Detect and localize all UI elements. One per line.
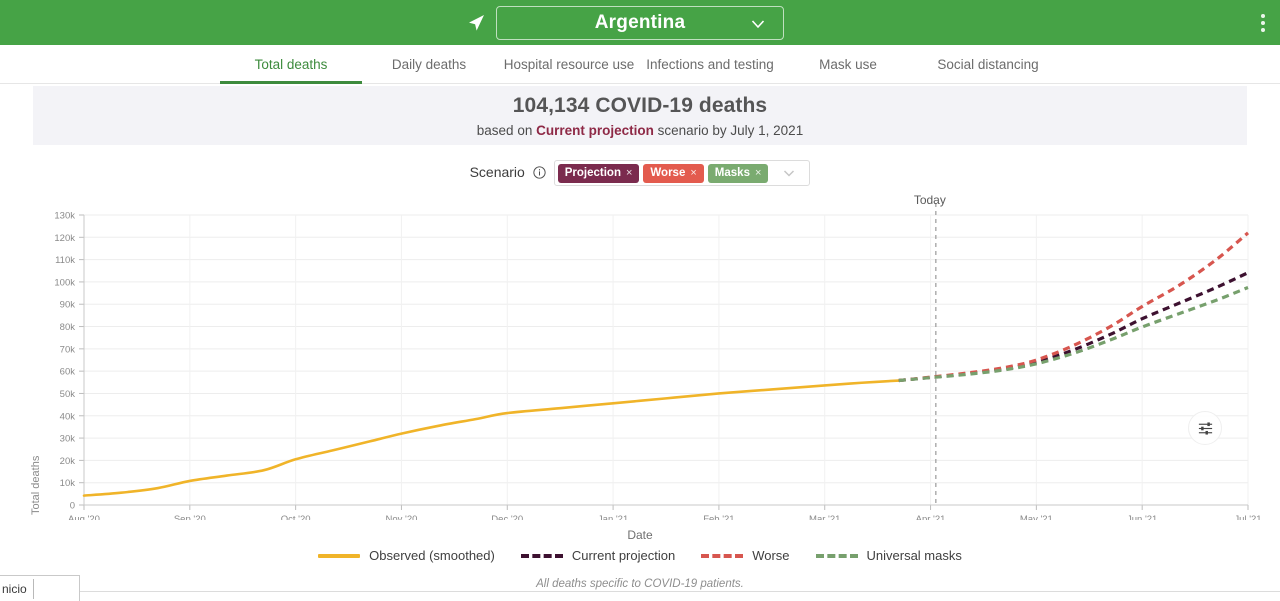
scenario-label: Scenario bbox=[470, 164, 546, 182]
taskbar-label: nicio bbox=[2, 581, 27, 596]
series-worse bbox=[898, 231, 1250, 383]
kebab-dot bbox=[1261, 28, 1265, 32]
y-tick-label: 60k bbox=[60, 367, 76, 378]
legend-item-universal-masks[interactable]: Universal masks bbox=[815, 548, 962, 563]
death-count-unit: COVID-19 deaths bbox=[595, 93, 768, 117]
chart-canvas: 0 10k 20k 30k 40k 50k 60k 70k 80k 90k 100k 110k 120k… bbox=[54, 203, 1262, 525]
scenario-chip-worse[interactable]: Worse × bbox=[643, 163, 704, 183]
legend-item-current-projection[interactable]: Current projection bbox=[520, 548, 676, 563]
legend-item-worse[interactable]: Worse bbox=[701, 548, 790, 563]
info-circle-icon[interactable] bbox=[533, 166, 546, 182]
summary-subtitle: based on Current projection scenario by … bbox=[477, 123, 803, 138]
x-tick-label: Jul '21 bbox=[1234, 514, 1261, 520]
scenario-selector-row: Scenario Projection × Worse × Masks × bbox=[0, 160, 1280, 186]
y-tick-label: 90k bbox=[60, 300, 76, 311]
kebab-menu-icon[interactable] bbox=[1254, 8, 1272, 38]
today-annotation-label: Today bbox=[913, 193, 946, 207]
chevron-down-icon bbox=[749, 15, 767, 38]
y-tick-label: 40k bbox=[60, 411, 76, 422]
legend-swatch bbox=[701, 553, 744, 558]
death-count: 104,134 bbox=[512, 93, 590, 117]
legend-label: Observed (smoothed) bbox=[369, 548, 495, 563]
legend-item-observed-smoothed-[interactable]: Observed (smoothed) bbox=[318, 548, 495, 563]
taskbar-divider bbox=[32, 578, 34, 599]
scenario-chip-masks[interactable]: Masks × bbox=[707, 163, 769, 183]
tab-label: Social distancing bbox=[937, 57, 1039, 72]
y-tick-label: 70k bbox=[60, 344, 76, 355]
x-tick-label: Mar '21 bbox=[809, 514, 840, 520]
country-selector[interactable]: Argentina bbox=[496, 5, 784, 40]
y-tick-label: 110k bbox=[55, 255, 75, 266]
scenario-chip-label: Worse bbox=[650, 167, 686, 179]
summary-suffix: scenario by July 1, 2021 bbox=[653, 122, 804, 138]
x-tick-label: Nov '20 bbox=[385, 514, 417, 520]
x-axis-title: Date bbox=[627, 528, 653, 542]
scenario-chips-container[interactable]: Projection × Worse × Masks × bbox=[553, 160, 811, 186]
app-header: Argentina bbox=[0, 0, 1280, 45]
summary-panel: 104,134 COVID-19 deaths based on Current… bbox=[33, 86, 1247, 145]
tab-hospital-resource-use[interactable]: Hospital resource use bbox=[496, 45, 642, 84]
kebab-dot bbox=[1261, 14, 1265, 18]
x-tick-label: Oct '20 bbox=[281, 514, 311, 520]
scenario-dropdown-caret[interactable] bbox=[772, 165, 806, 181]
y-tick-label: 20k bbox=[60, 456, 76, 467]
y-tick-label: 100k bbox=[54, 277, 75, 288]
x-tick-label: Sep '20 bbox=[174, 514, 206, 520]
bottom-strip bbox=[80, 591, 1280, 601]
tab-daily-deaths[interactable]: Daily deaths bbox=[368, 45, 490, 84]
scenario-chip-projection[interactable]: Projection × bbox=[557, 163, 640, 183]
country-name: Argentina bbox=[594, 11, 686, 33]
scenario-chip-remove-icon[interactable]: × bbox=[690, 167, 696, 179]
tab-infections-and-testing[interactable]: Infections and testing bbox=[642, 45, 778, 84]
tab-social-distancing[interactable]: Social distancing bbox=[920, 45, 1056, 84]
tab-label: Total deaths bbox=[254, 57, 328, 72]
tab-label: Infections and testing bbox=[646, 57, 774, 72]
y-axis-title: Total deaths bbox=[30, 455, 42, 515]
tab-label: Daily deaths bbox=[391, 57, 467, 72]
y-tick-label: 30k bbox=[60, 434, 76, 445]
scenario-chip-label: Projection bbox=[564, 167, 621, 179]
x-tick-label: Aug '20 bbox=[68, 514, 100, 520]
total-deaths-chart: Today 0 10k 20k 30k 40k 50k 60k 70k 80k 90k 100k 11… bbox=[0, 190, 1280, 550]
kebab-dot bbox=[1261, 21, 1265, 25]
scenario-label-text: Scenario bbox=[469, 164, 525, 180]
legend-swatch bbox=[815, 553, 858, 558]
navigation-arrow-icon[interactable] bbox=[466, 13, 486, 33]
y-tick-label: 130k bbox=[54, 211, 75, 222]
tab-total-deaths[interactable]: Total deaths bbox=[220, 45, 362, 84]
legend-swatch bbox=[520, 553, 563, 558]
legend-label: Worse bbox=[752, 548, 790, 563]
tab-label: Mask use bbox=[819, 57, 877, 72]
y-tick-label: 120k bbox=[54, 233, 75, 244]
x-tick-label: Feb '21 bbox=[703, 514, 734, 520]
page-title: 104,134 COVID-19 deaths bbox=[513, 94, 767, 118]
y-tick-label: 10k bbox=[60, 478, 76, 489]
x-tick-label: Dec '20 bbox=[491, 514, 523, 520]
summary-prefix: based on bbox=[476, 122, 537, 138]
chart-footnote: All deaths specific to COVID-19 patients… bbox=[536, 578, 744, 590]
tab-mask-use[interactable]: Mask use bbox=[800, 45, 896, 84]
legend-swatch bbox=[318, 553, 361, 558]
legend-label: Universal masks bbox=[866, 548, 962, 563]
chart-settings-sliders-icon[interactable] bbox=[1188, 411, 1222, 445]
y-tick-label: 0 bbox=[70, 501, 75, 512]
scenario-chip-remove-icon[interactable]: × bbox=[755, 167, 761, 179]
main-tabs: Total deaths Daily deaths Hospital resourc… bbox=[0, 45, 1280, 84]
x-tick-label: May '21 bbox=[1020, 514, 1053, 520]
y-tick-label: 50k bbox=[60, 389, 76, 400]
summary-scenario-name: Current projection bbox=[536, 122, 654, 138]
legend-label: Current projection bbox=[571, 548, 676, 563]
tab-label: Hospital resource use bbox=[503, 57, 635, 72]
x-tick-label: Apr '21 bbox=[916, 514, 946, 520]
scenario-chip-label: Masks bbox=[714, 167, 750, 179]
chart-legend: Observed (smoothed) Current projection Wor… bbox=[0, 548, 1280, 563]
taskbar-remnant[interactable]: nicio bbox=[0, 575, 80, 601]
scenario-chip-remove-icon[interactable]: × bbox=[626, 167, 632, 179]
y-tick-label: 80k bbox=[60, 322, 76, 333]
x-tick-label: Jun '21 bbox=[1127, 514, 1157, 520]
x-tick-label: Jan '21 bbox=[598, 514, 628, 520]
series-universal-masks bbox=[898, 286, 1249, 383]
